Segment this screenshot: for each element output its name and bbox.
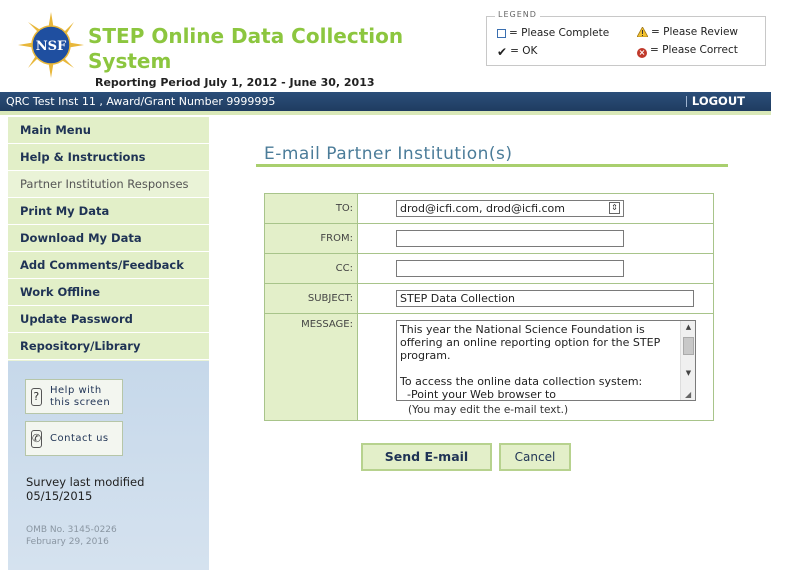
question-icon: ? [31,388,42,406]
red-x-icon: × [637,48,647,58]
legend-please-correct: × = Please Correct [637,44,738,58]
address-book-icon[interactable]: ⇕ [609,202,620,214]
contact-us-label: Contact us [50,433,109,444]
message-textarea[interactable]: This year the National Science Foundatio… [396,320,696,401]
message-scrollbar[interactable]: ▲ ▼ [680,321,695,400]
scroll-down-icon[interactable]: ▼ [681,367,695,380]
scroll-thumb[interactable] [683,337,694,355]
institution-info: QRC Test Inst 11 , Award/Grant Number 99… [6,95,276,108]
sidebar-item-add-comments[interactable]: Add Comments/Feedback [8,252,209,279]
from-label: FROM: [264,223,358,254]
to-label: TO: [264,193,358,224]
checkmark-icon: ✔ [497,45,508,59]
sidebar-item-update-password[interactable]: Update Password [8,306,209,333]
user-bar: QRC Test Inst 11 , Award/Grant Number 99… [0,92,771,111]
reporting-period: Reporting Period July 1, 2012 - June 30,… [95,76,375,89]
cc-field[interactable] [396,260,624,277]
svg-text:NSF: NSF [36,39,67,54]
phone-icon: ✆ [31,430,42,448]
help-screen-label: Help with this screen [50,385,111,408]
omb-info: OMB No. 3145-0226 February 29, 2016 [26,525,117,547]
app-title: STEP Online Data Collection System [88,24,404,73]
survey-last-modified: Survey last modified 05/15/2015 [26,475,145,503]
sidebar: Main Menu Help & Instructions Partner In… [8,117,209,570]
sidebar-item-repository[interactable]: Repository/Library [8,333,209,360]
sidebar-item-partner-responses: Partner Institution Responses [8,171,209,198]
to-field[interactable]: drod@icfi.com, drod@icfi.com ⇕ [396,200,624,217]
legend-please-complete: = Please Complete [497,27,609,39]
message-label: MESSAGE: [264,313,358,421]
subject-label: SUBJECT: [264,283,358,314]
nsf-logo-icon: NSF [18,12,84,78]
cancel-button[interactable]: Cancel [499,443,571,471]
page-title: E-mail Partner Institution(s) [264,144,513,164]
resize-grip-icon[interactable]: ◢ [685,390,694,399]
subject-field[interactable]: STEP Data Collection [396,290,694,307]
legend-please-review: = Please Review [637,26,738,38]
page-header: NSF STEP Online Data Collection System R… [0,0,801,92]
sidebar-lower-panel: ? Help with this screen ✆ Contact us Surv… [8,361,209,570]
warning-triangle-icon [637,27,648,37]
divider [0,111,771,115]
contact-us-button[interactable]: ✆ Contact us [25,421,123,456]
send-email-button[interactable]: Send E-mail [361,443,492,471]
sidebar-item-main-menu[interactable]: Main Menu [8,117,209,144]
sidebar-item-print-data[interactable]: Print My Data [8,198,209,225]
email-form: TO: drod@icfi.com, drod@icfi.com ⇕ FROM:… [264,193,714,421]
sidebar-item-work-offline[interactable]: Work Offline [8,279,209,306]
sidebar-item-download-data[interactable]: Download My Data [8,225,209,252]
scroll-up-icon[interactable]: ▲ [681,321,695,334]
legend: LEGEND = Please Complete = Please Review… [486,10,766,66]
edit-note: (You may edit the e-mail text.) [408,404,569,416]
empty-checkbox-icon [497,29,506,38]
legend-title: LEGEND [495,10,540,19]
legend-ok: ✔ = OK [497,45,538,59]
help-screen-button[interactable]: ? Help with this screen [25,379,123,414]
from-field[interactable] [396,230,624,247]
title-underline [256,164,728,167]
logout-link[interactable]: LOGOUT [685,92,745,111]
cc-label: CC: [264,253,358,284]
sidebar-item-help-instructions[interactable]: Help & Instructions [8,144,209,171]
